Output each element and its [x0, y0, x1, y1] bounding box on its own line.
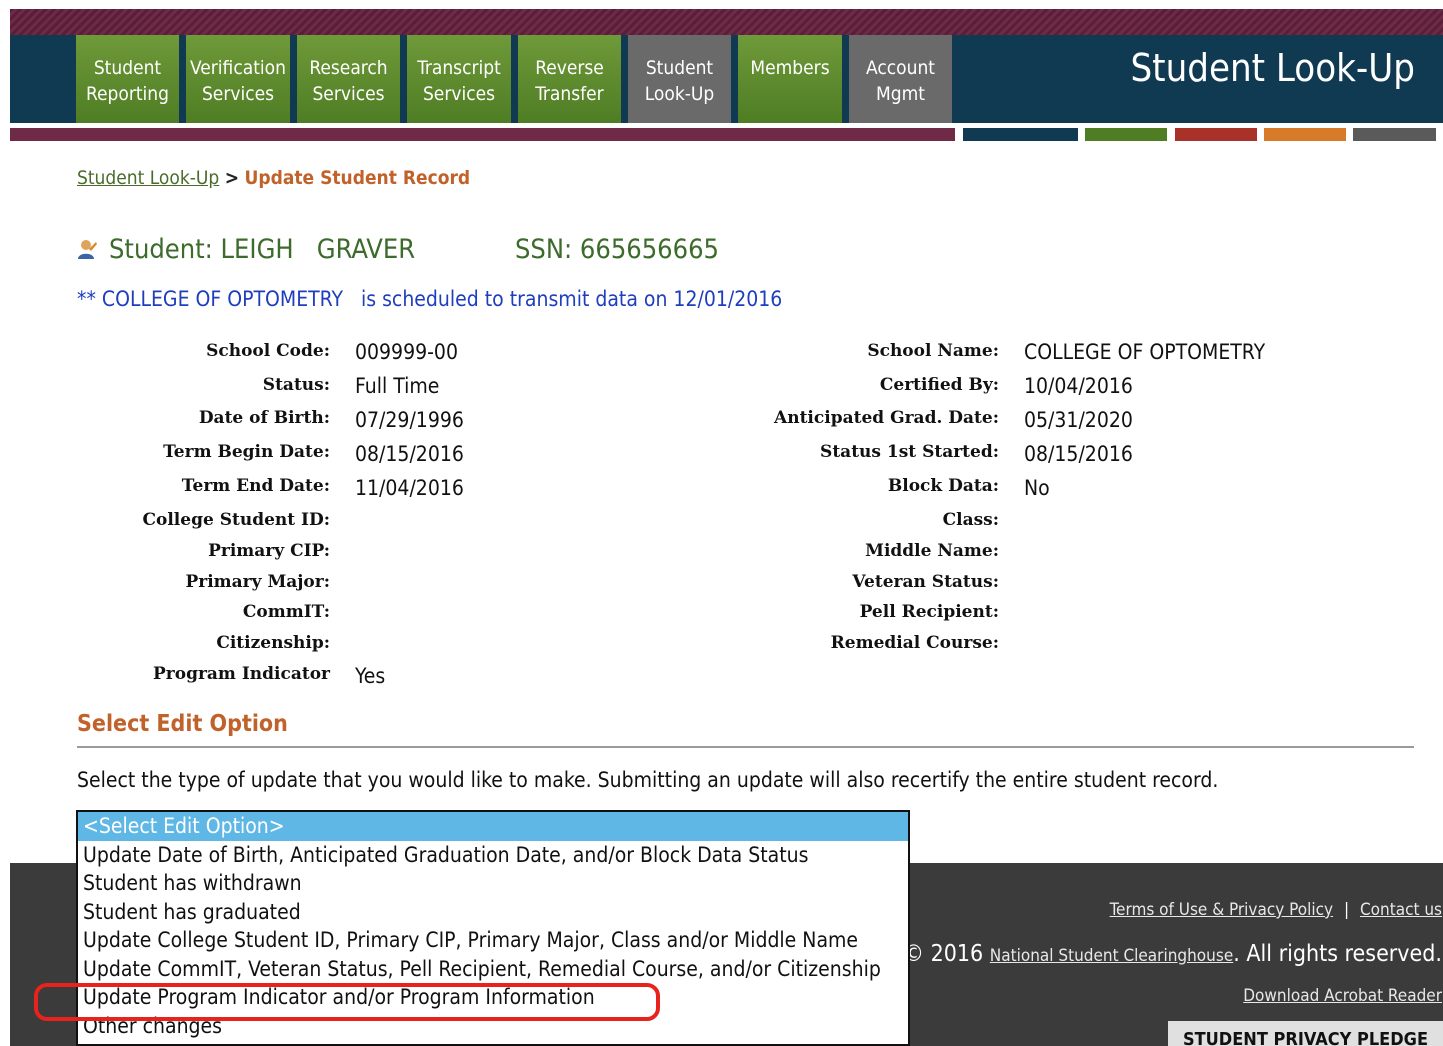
footer-divider: |	[1343, 900, 1350, 920]
detail-label: College Student ID:	[142, 510, 330, 530]
detail-value: Yes	[355, 664, 386, 688]
edit-option[interactable]: Update College Student ID, Primary CIP, …	[78, 926, 908, 955]
detail-value: 11/04/2016	[355, 476, 464, 500]
detail-label: Anticipated Grad. Date:	[774, 408, 999, 428]
nav-transcript-services[interactable]: Transcript Services	[407, 35, 511, 123]
student-user-icon	[78, 240, 97, 259]
edit-instructions: Select the type of update that you would…	[77, 768, 1219, 792]
nav-student-look-up[interactable]: Student Look-Up	[628, 35, 731, 123]
edit-option[interactable]: Student has withdrawn	[78, 869, 908, 898]
detail-value: 05/31/2020	[1024, 408, 1133, 432]
breadcrumb-current: Update Student Record	[244, 167, 471, 189]
copyright: © 2016 National Student Clearinghouse. A…	[903, 938, 1442, 972]
top-pattern-bar	[10, 9, 1443, 35]
detail-label: Pell Recipient:	[859, 602, 999, 622]
breadcrumb-student-look-up-link[interactable]: Student Look-Up	[77, 167, 219, 189]
color-block-orange	[1264, 128, 1346, 141]
select-edit-option-heading: Select Edit Option	[77, 711, 288, 737]
detail-value: 07/29/1996	[355, 408, 464, 432]
detail-label: Middle Name:	[865, 541, 999, 561]
color-block-green	[1085, 128, 1167, 141]
detail-label: Veteran Status:	[852, 572, 999, 592]
detail-label: Status:	[262, 375, 330, 395]
detail-value: 08/15/2016	[355, 442, 464, 466]
copyright-suffix: . All rights reserved.	[1233, 941, 1442, 967]
nav-student-reporting[interactable]: Student Reporting	[76, 35, 179, 123]
detail-value: 009999-00	[355, 340, 458, 364]
nav-research-services[interactable]: Research Services	[297, 35, 400, 123]
nav-verification-services[interactable]: Verification Services	[186, 35, 290, 123]
detail-label: Class:	[942, 510, 999, 530]
color-block-red	[1175, 128, 1257, 141]
edit-option[interactable]: Update CommIT, Veteran Status, Pell Reci…	[78, 955, 908, 984]
copyright-prefix: © 2016	[903, 941, 984, 967]
contact-us-link[interactable]: Contact us	[1360, 900, 1442, 920]
detail-label: Primary CIP:	[208, 541, 330, 561]
detail-label: Program Indicator	[152, 664, 330, 684]
detail-value: 10/04/2016	[1024, 374, 1133, 398]
detail-label: Term Begin Date:	[163, 442, 330, 462]
detail-label: Certified By:	[879, 375, 999, 395]
footer-links: Terms of Use & Privacy Policy | Contact …	[1110, 898, 1442, 922]
nav-reverse-transfer[interactable]: Reverse Transfer	[518, 35, 621, 123]
breadcrumb: Student Look-Up > Update Student Record	[77, 165, 470, 191]
student-ssn: SSN: 665656665	[515, 234, 719, 265]
breadcrumb-separator: >	[224, 167, 240, 189]
detail-label: Remedial Course:	[830, 633, 999, 653]
detail-value: 08/15/2016	[1024, 442, 1133, 466]
detail-label: Citizenship:	[216, 633, 330, 653]
student-privacy-pledge-button[interactable]: STUDENT PRIVACY PLEDGE	[1168, 1021, 1443, 1046]
detail-value: No	[1024, 476, 1050, 500]
window-frame-left	[0, 0, 10, 1046]
student-name-line: Student: LEIGH GRAVER	[77, 232, 415, 268]
student-name: Student: LEIGH GRAVER	[109, 234, 416, 265]
color-block-navy	[963, 128, 1078, 141]
clearinghouse-link[interactable]: National Student Clearinghouse	[990, 946, 1233, 966]
download-acrobat-link[interactable]: Download Acrobat Reader	[1243, 984, 1442, 1008]
section-divider	[77, 746, 1414, 748]
detail-label: Status 1st Started:	[820, 442, 999, 462]
detail-value: Full Time	[355, 374, 440, 398]
edit-option[interactable]: Student has graduated	[78, 898, 908, 927]
detail-label: Term End Date:	[181, 476, 330, 496]
terms-privacy-link[interactable]: Terms of Use & Privacy Policy	[1110, 900, 1334, 920]
nav-account-mgmt[interactable]: Account Mgmt	[849, 35, 952, 123]
transmit-notice: ** COLLEGE OF OPTOMETRY is scheduled to …	[77, 287, 783, 311]
window-frame-top	[0, 0, 1443, 9]
detail-label: Block Data:	[887, 476, 999, 496]
header-title: Student Look-Up	[1130, 46, 1415, 90]
detail-label: Primary Major:	[185, 572, 330, 592]
detail-label: School Code:	[206, 341, 330, 361]
color-block-gray	[1353, 128, 1436, 141]
detail-label: Date of Birth:	[198, 408, 330, 428]
edit-option[interactable]: <Select Edit Option>	[78, 812, 908, 841]
detail-label: School Name:	[867, 341, 999, 361]
detail-label: CommIT:	[242, 602, 330, 622]
annotation-highlight-circle	[34, 983, 660, 1021]
nav-members[interactable]: Members	[738, 35, 842, 123]
detail-value: COLLEGE OF OPTOMETRY	[1024, 340, 1266, 364]
maroon-band	[10, 128, 955, 141]
edit-option[interactable]: Update Date of Birth, Anticipated Gradua…	[78, 841, 908, 870]
